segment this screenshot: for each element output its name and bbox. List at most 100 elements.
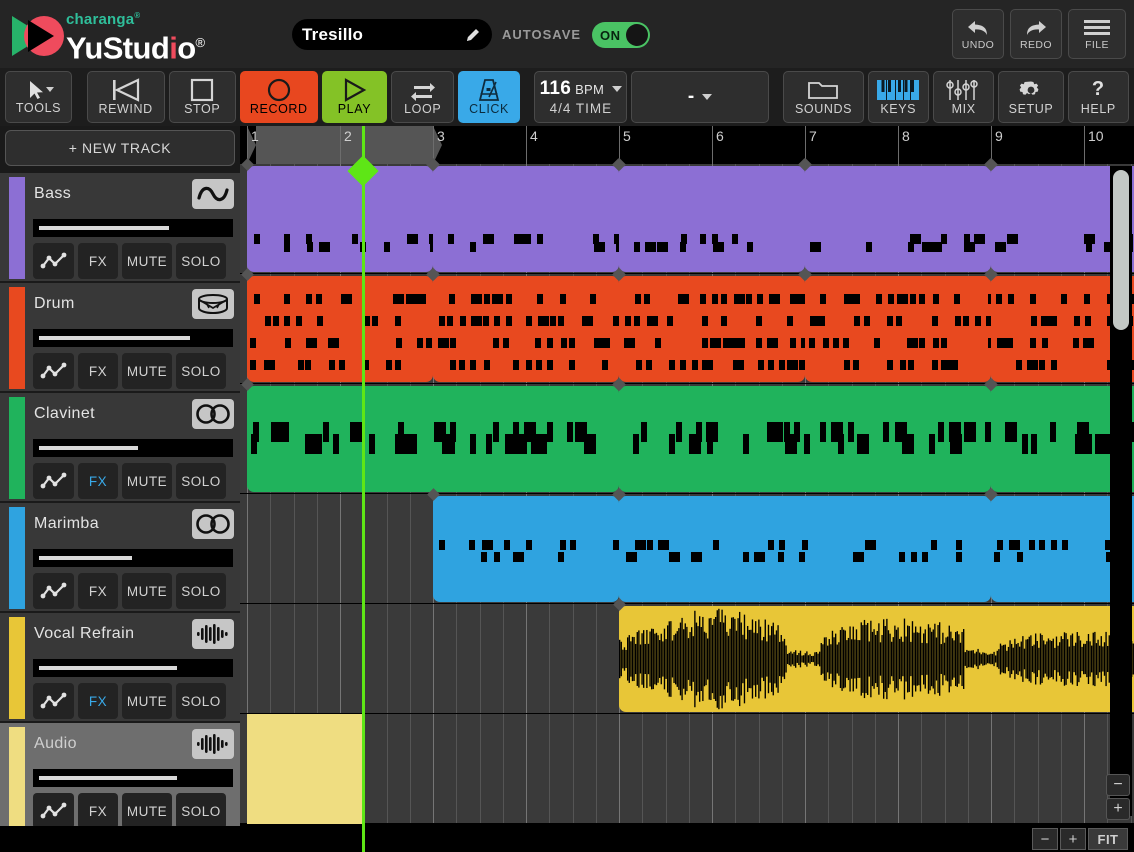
autosave-toggle[interactable]: ON bbox=[592, 22, 650, 48]
track-header-drum[interactable]: Drum FX MUTE SOLO bbox=[0, 282, 240, 392]
track-automation-button[interactable] bbox=[33, 243, 74, 279]
file-menu-button[interactable]: FILE bbox=[1068, 9, 1126, 59]
stop-button[interactable]: STOP bbox=[168, 71, 236, 123]
midi-clip[interactable] bbox=[247, 276, 433, 382]
midi-note bbox=[305, 360, 312, 370]
track-solo-button[interactable]: SOLO bbox=[176, 793, 226, 829]
loop-button[interactable]: LOOP bbox=[391, 71, 455, 123]
midi-clip[interactable] bbox=[619, 276, 805, 382]
track-automation-button[interactable] bbox=[33, 573, 74, 609]
sine-wave-icon[interactable] bbox=[192, 179, 234, 209]
audio-wave-icon[interactable] bbox=[192, 619, 234, 649]
track-fx-button[interactable]: FX bbox=[78, 353, 118, 389]
midi-clip[interactable] bbox=[433, 276, 619, 382]
track-lane[interactable] bbox=[240, 714, 1134, 824]
record-button[interactable]: RECORD bbox=[239, 71, 318, 123]
playhead[interactable] bbox=[362, 126, 366, 852]
track-name[interactable]: Marimba bbox=[34, 515, 99, 533]
tempo-button[interactable]: 116 BPM 4/4 TIME bbox=[534, 71, 628, 123]
midi-clip[interactable] bbox=[433, 166, 619, 272]
track-solo-button[interactable]: SOLO bbox=[176, 573, 226, 609]
fit-button[interactable]: FIT bbox=[1088, 828, 1128, 850]
midi-clip[interactable] bbox=[805, 166, 991, 272]
timeline-area[interactable]: 1 2 3 4 5 6 7 8 9 10 − + bbox=[240, 126, 1134, 852]
midi-note bbox=[865, 540, 877, 550]
track-volume-slider[interactable] bbox=[33, 439, 233, 457]
track-automation-button[interactable] bbox=[33, 463, 74, 499]
track-name[interactable]: Bass bbox=[34, 185, 71, 203]
zoom-out-vertical-button[interactable]: − bbox=[1106, 774, 1130, 796]
tools-button[interactable]: TOOLS bbox=[5, 71, 73, 123]
midi-clip[interactable] bbox=[247, 386, 619, 492]
pencil-icon[interactable] bbox=[464, 26, 482, 44]
track-fx-button[interactable]: FX bbox=[78, 573, 118, 609]
help-button[interactable]: ? HELP bbox=[1067, 71, 1130, 123]
zoom-in-vertical-button[interactable]: + bbox=[1106, 798, 1130, 820]
mix-button[interactable]: MIX bbox=[932, 71, 995, 123]
track-fx-button[interactable]: FX bbox=[78, 683, 118, 719]
track-mute-button[interactable]: MUTE bbox=[122, 683, 172, 719]
track-volume-slider[interactable] bbox=[33, 219, 233, 237]
track-name[interactable]: Vocal Refrain bbox=[34, 625, 134, 643]
midi-clip[interactable] bbox=[805, 276, 991, 382]
drum-icon[interactable] bbox=[192, 289, 234, 319]
audio-clip[interactable] bbox=[619, 606, 1134, 712]
track-automation-button[interactable] bbox=[33, 683, 74, 719]
track-automation-button[interactable] bbox=[33, 353, 74, 389]
track-volume-slider[interactable] bbox=[33, 769, 233, 787]
midi-clip[interactable] bbox=[433, 496, 619, 602]
midi-note bbox=[1050, 360, 1057, 370]
track-name[interactable]: Clavinet bbox=[34, 405, 95, 423]
project-name-field[interactable]: Tresillo bbox=[292, 19, 492, 50]
track-fx-button[interactable]: FX bbox=[78, 243, 118, 279]
keys-button[interactable]: KEYS bbox=[867, 71, 929, 123]
midi-note bbox=[470, 294, 482, 304]
infinity-icon[interactable] bbox=[192, 399, 234, 429]
track-mute-button[interactable]: MUTE bbox=[122, 353, 172, 389]
track-volume-slider[interactable] bbox=[33, 329, 233, 347]
zoom-out-horizontal-button[interactable]: − bbox=[1032, 828, 1058, 850]
track-header-audio[interactable]: Audio FX MUTE SOLO bbox=[0, 722, 240, 832]
midi-clip[interactable] bbox=[619, 166, 805, 272]
track-solo-button[interactable]: SOLO bbox=[176, 353, 226, 389]
zoom-in-horizontal-button[interactable]: + bbox=[1060, 828, 1086, 850]
midi-clip[interactable] bbox=[619, 386, 991, 492]
key-select-button[interactable]: - bbox=[631, 71, 769, 123]
midi-note bbox=[911, 552, 918, 562]
track-name[interactable]: Drum bbox=[34, 295, 75, 313]
track-solo-button[interactable]: SOLO bbox=[176, 243, 226, 279]
track-mute-button[interactable]: MUTE bbox=[122, 573, 172, 609]
track-volume-slider[interactable] bbox=[33, 659, 233, 677]
sounds-button[interactable]: SOUNDS bbox=[783, 71, 864, 123]
track-solo-button[interactable]: SOLO bbox=[176, 463, 226, 499]
track-header-vocal-refrain[interactable]: Vocal Refrain FX MUTE SOLO bbox=[0, 612, 240, 722]
new-track-button[interactable]: + NEW TRACK bbox=[5, 130, 235, 166]
click-label: CLICK bbox=[469, 102, 509, 116]
midi-clip[interactable] bbox=[619, 496, 991, 602]
rewind-button[interactable]: REWIND bbox=[86, 71, 165, 123]
track-header-marimba[interactable]: Marimba FX MUTE SOLO bbox=[0, 502, 240, 612]
track-mute-button[interactable]: MUTE bbox=[122, 793, 172, 829]
track-name[interactable]: Audio bbox=[34, 735, 77, 753]
track-solo-button[interactable]: SOLO bbox=[176, 683, 226, 719]
track-mute-button[interactable]: MUTE bbox=[122, 243, 172, 279]
undo-button[interactable]: UNDO bbox=[952, 9, 1004, 59]
track-fx-button[interactable]: FX bbox=[78, 463, 118, 499]
record-armed-region[interactable] bbox=[247, 714, 364, 824]
track-fx-button[interactable]: FX bbox=[78, 793, 118, 829]
click-button[interactable]: CLICK bbox=[458, 71, 520, 123]
infinity-icon[interactable] bbox=[192, 509, 234, 539]
track-header-clavinet[interactable]: Clavinet FX MUTE SOLO bbox=[0, 392, 240, 502]
track-automation-button[interactable] bbox=[33, 793, 74, 829]
track-mute-button[interactable]: MUTE bbox=[122, 463, 172, 499]
timeline-ruler[interactable]: 1 2 3 4 5 6 7 8 9 10 bbox=[240, 126, 1134, 164]
audio-wave-icon[interactable] bbox=[192, 729, 234, 759]
setup-button[interactable]: SETUP bbox=[998, 71, 1064, 123]
track-header-bass[interactable]: Bass FX MUTE SOLO bbox=[0, 172, 240, 282]
vertical-scrollbar-thumb[interactable] bbox=[1113, 170, 1129, 330]
timeline-lanes[interactable] bbox=[240, 158, 1134, 852]
redo-button[interactable]: REDO bbox=[1010, 9, 1062, 59]
play-button[interactable]: PLAY bbox=[321, 71, 388, 123]
midi-clip[interactable] bbox=[247, 166, 433, 272]
track-volume-slider[interactable] bbox=[33, 549, 233, 567]
